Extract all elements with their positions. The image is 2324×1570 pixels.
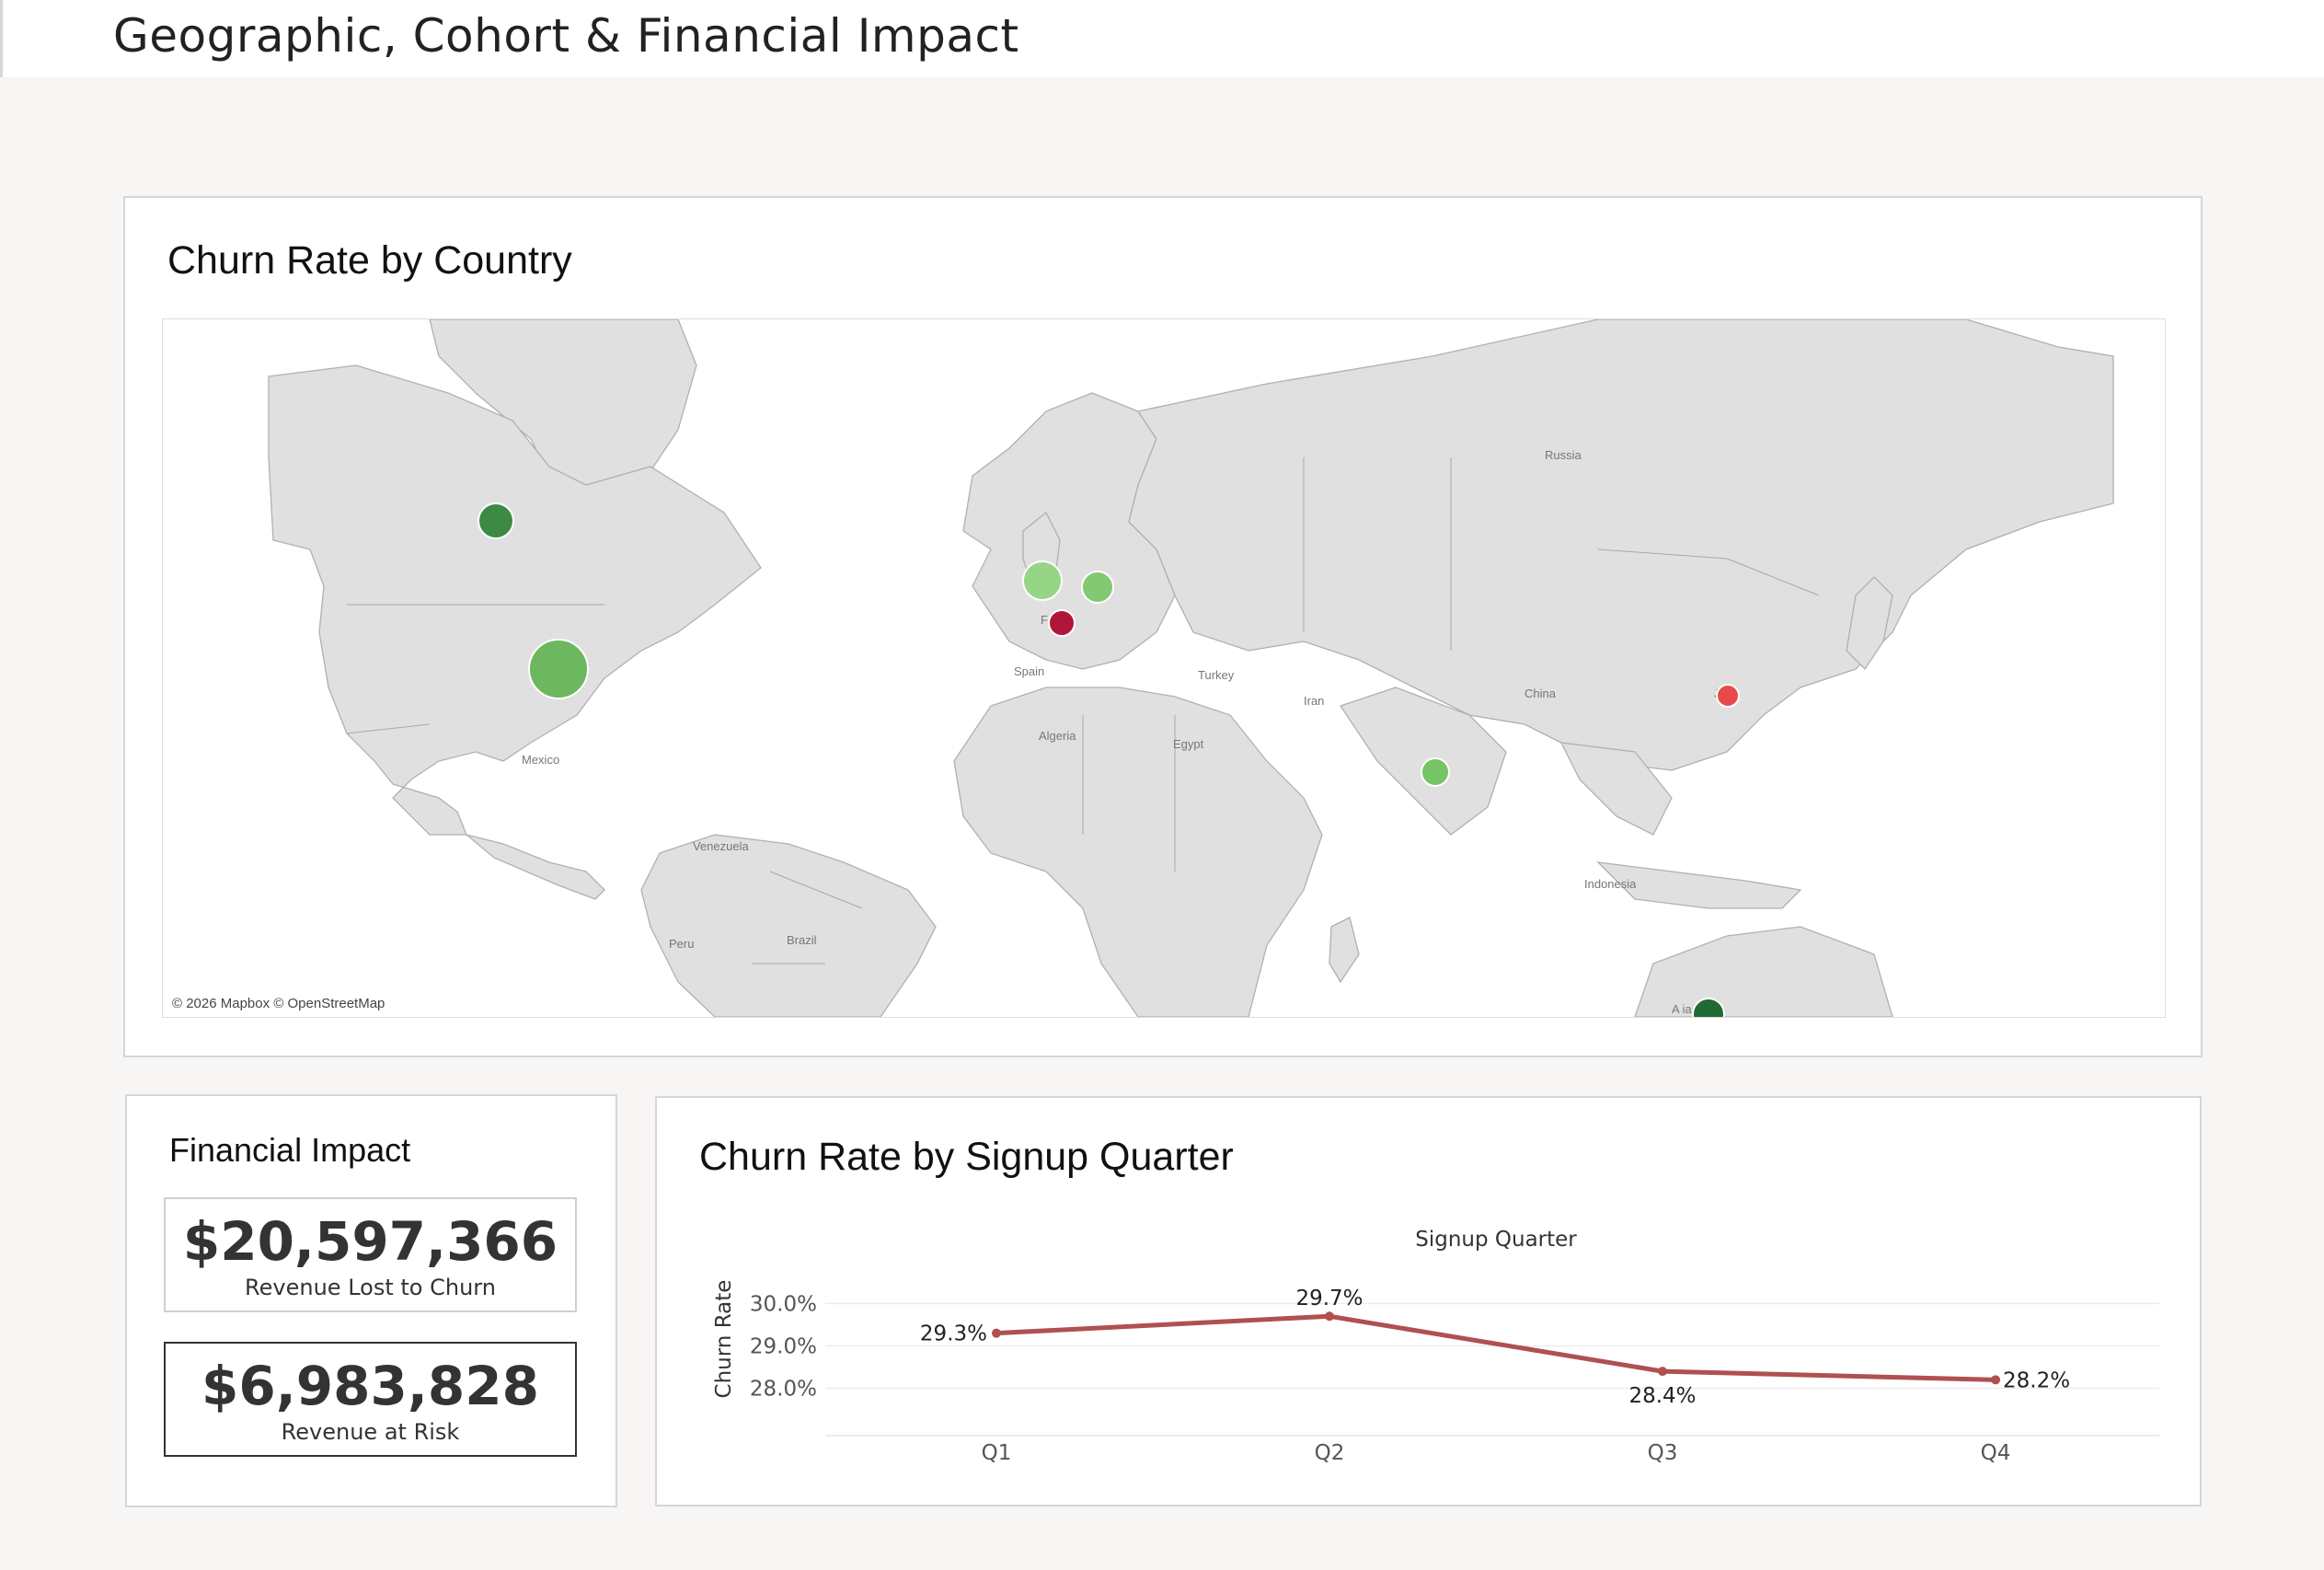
revenue-risk-value: $6,983,828	[201, 1355, 539, 1417]
revenue-lost-label: Revenue Lost to Churn	[245, 1275, 496, 1300]
data-point[interactable]	[992, 1328, 1001, 1338]
data-point[interactable]	[1658, 1367, 1667, 1377]
revenue-lost-value: $20,597,366	[182, 1210, 558, 1273]
y-tick-label: 30.0%	[750, 1292, 817, 1316]
grid-lines	[825, 1302, 2159, 1437]
data-label: 28.4%	[1628, 1384, 1696, 1408]
land-africa	[953, 687, 1323, 1017]
dashboard-title: Geographic, Cohort & Financial Impact	[113, 9, 1019, 63]
y-tick-label: 28.0%	[750, 1378, 817, 1402]
x-tick-label: Q2	[1315, 1441, 1345, 1465]
x-tick-label: Q1	[982, 1441, 1012, 1465]
label-brazil: Brazil	[787, 933, 817, 947]
label-indonesia: Indonesia	[1584, 877, 1637, 891]
land-asia	[1128, 319, 2114, 771]
label-russia: Russia	[1545, 448, 1582, 462]
x-tick-label: Q4	[1981, 1441, 2011, 1465]
label-france: F	[1041, 613, 1048, 627]
data-label: 29.3%	[920, 1322, 987, 1346]
bubble-uk[interactable]	[1022, 560, 1063, 601]
data-label: 29.7%	[1295, 1287, 1363, 1310]
land-south-america	[640, 834, 937, 1017]
label-iran: Iran	[1304, 694, 1324, 708]
bubble-japan[interactable]	[1716, 684, 1740, 708]
revenue-lost-card: $20,597,366 Revenue Lost to Churn	[164, 1197, 577, 1312]
label-spain: Spain	[1014, 664, 1044, 678]
y-axis-title: Churn Rate	[712, 1280, 736, 1399]
churn-quarter-panel: Churn Rate by Signup Quarter Signup Quar…	[655, 1096, 2202, 1507]
y-tick-label: 29.0%	[750, 1334, 817, 1358]
data-point[interactable]	[1325, 1311, 1334, 1322]
bubble-germany[interactable]	[1081, 571, 1114, 604]
revenue-risk-label: Revenue at Risk	[281, 1419, 460, 1445]
land-north-america	[268, 364, 762, 836]
dashboard-header: Geographic, Cohort & Financial Impact	[0, 0, 2324, 77]
x-axis-title: Signup Quarter	[1415, 1228, 1577, 1252]
map-attribution: © 2026 Mapbox © OpenStreetMap	[172, 996, 385, 1011]
financial-title: Financial Impact	[169, 1131, 411, 1169]
revenue-risk-card: $6,983,828 Revenue at Risk	[164, 1342, 577, 1457]
data-labels: 29.3% 29.7% 28.4% 28.2%	[920, 1287, 2070, 1408]
label-china: China	[1524, 687, 1557, 700]
label-australia: A ia	[1672, 1002, 1692, 1016]
label-mexico: Mexico	[522, 753, 559, 767]
bubble-india[interactable]	[1421, 757, 1450, 787]
label-turkey: Turkey	[1198, 668, 1235, 682]
land-central-america	[466, 834, 605, 900]
data-label: 28.2%	[2003, 1368, 2070, 1392]
label-peru: Peru	[669, 937, 694, 951]
bubble-canada[interactable]	[477, 502, 514, 539]
label-egypt: Egypt	[1173, 737, 1204, 751]
x-ticks: Q1 Q2 Q3 Q4	[982, 1441, 2011, 1465]
y-ticks: 30.0% 29.0% 28.0%	[750, 1292, 817, 1401]
land-madagascar	[1329, 917, 1360, 984]
data-point[interactable]	[1991, 1375, 2000, 1385]
label-venezuela: Venezuela	[693, 839, 749, 853]
bubble-usa[interactable]	[528, 639, 589, 699]
churn-map-panel: Churn Rate by Country Russia China Iran …	[123, 196, 2203, 1057]
map-title: Churn Rate by Country	[167, 238, 572, 283]
world-map[interactable]: Russia China Iran Turkey Egypt Algeria S…	[162, 318, 2166, 1018]
line-chart: Signup Quarter Churn Rate 30.0% 29.0% 28.0…	[712, 1228, 2159, 1465]
map-canvas[interactable]: Russia China Iran Turkey Egypt Algeria S…	[163, 319, 2165, 1017]
financial-impact-panel: Financial Impact $20,597,366 Revenue Los…	[125, 1094, 617, 1507]
churn-rate-line	[995, 1313, 1996, 1382]
x-tick-label: Q3	[1648, 1441, 1678, 1465]
bubble-france[interactable]	[1048, 609, 1076, 637]
data-points[interactable]	[992, 1311, 2000, 1385]
label-algeria: Algeria	[1039, 729, 1076, 743]
